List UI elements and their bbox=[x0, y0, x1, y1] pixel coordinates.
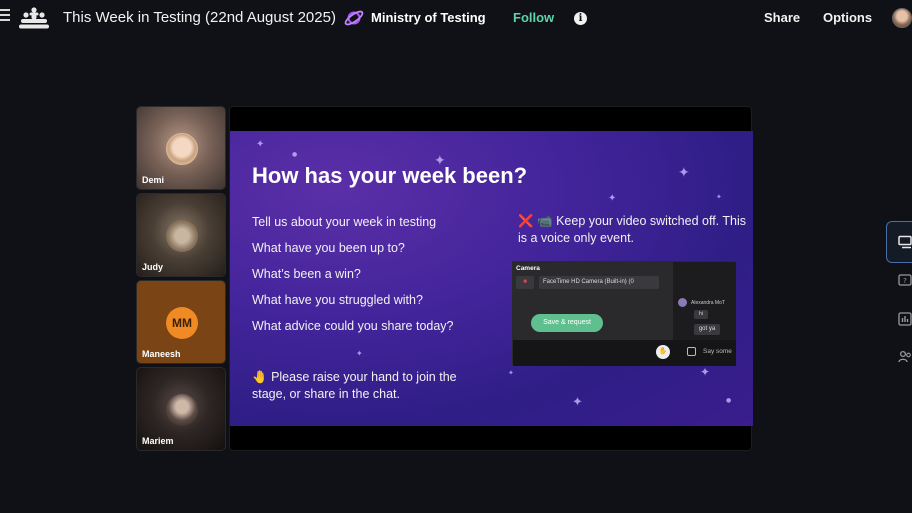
chat-placeholder: Say some bbox=[703, 348, 732, 355]
participant-tile[interactable]: Mariem bbox=[136, 367, 226, 451]
sparkle-icon: ✦ bbox=[256, 139, 265, 150]
slide-question: What have you struggled with? bbox=[252, 293, 423, 307]
share-button[interactable]: Share bbox=[764, 10, 800, 25]
participant-name: Judy bbox=[142, 262, 164, 272]
sparkle-icon: ✦ bbox=[572, 395, 583, 410]
chat-input-bar: ✋ Say some bbox=[513, 340, 736, 366]
voice-note-text: Keep your video switched off. This is a … bbox=[518, 214, 747, 245]
sparkle-icon: ✦ bbox=[716, 193, 722, 201]
options-button[interactable]: Options bbox=[823, 10, 872, 25]
chat-box-icon bbox=[687, 347, 696, 356]
chat-message: got ya bbox=[694, 324, 720, 335]
raise-hand-note: 🤚 Please raise your hand to join the sta… bbox=[252, 369, 482, 403]
raise-hand-text: Please raise your hand to join the stage… bbox=[252, 370, 457, 401]
sparkle-icon: ✦ bbox=[356, 349, 363, 358]
voice-only-note: ❌ 📹 Keep your video switched off. This i… bbox=[518, 213, 748, 247]
avatar bbox=[678, 298, 687, 307]
slide-question: What’s been a win? bbox=[252, 267, 361, 281]
participant-tile[interactable]: Judy bbox=[136, 193, 226, 277]
participant-tile[interactable]: Demi bbox=[136, 106, 226, 190]
raised-hand-emoji: 🤚 bbox=[252, 370, 268, 384]
people-icon[interactable] bbox=[898, 350, 912, 364]
avatar bbox=[166, 394, 198, 426]
poll-icon[interactable] bbox=[898, 312, 912, 326]
sparkle-icon: ✦ bbox=[608, 193, 617, 204]
participant-tile[interactable]: MM Maneesh bbox=[136, 280, 226, 364]
shared-screen: ✦ ● ✦ ✦ ✦ ✦ ✦ ✦ ✦ ✦ ● How has your week … bbox=[229, 106, 753, 451]
follow-button[interactable]: Follow bbox=[513, 10, 554, 25]
initials-avatar: MM bbox=[166, 307, 198, 339]
sparkle-icon: ✦ bbox=[678, 165, 690, 181]
question-icon[interactable]: ? bbox=[898, 274, 912, 288]
event-title: This Week in Testing (22nd August 2025) bbox=[63, 9, 336, 26]
camera-settings-panel: Camera ■ FaceTime HD Camera (Built-in) (… bbox=[513, 262, 673, 340]
slide-question: What have you been up to? bbox=[252, 241, 405, 255]
menu-icon[interactable] bbox=[0, 9, 10, 23]
camera-off-icon: ■ bbox=[516, 276, 534, 289]
chat-preview: Alexandra MoT hi got ya bbox=[673, 262, 736, 340]
svg-text:?: ? bbox=[903, 277, 907, 285]
avatar bbox=[166, 133, 198, 165]
sparkle-icon: ✦ bbox=[700, 365, 711, 379]
user-avatar[interactable] bbox=[892, 8, 912, 28]
info-icon[interactable]: i bbox=[574, 12, 587, 25]
presentation-slide: ✦ ● ✦ ✦ ✦ ✦ ✦ ✦ ✦ ✦ ● How has your week … bbox=[230, 131, 753, 426]
chat-message: hi bbox=[694, 310, 708, 319]
video-off-emoji: ❌ 📹 bbox=[518, 214, 553, 228]
participant-name: Demi bbox=[142, 175, 165, 185]
avatar bbox=[166, 220, 198, 252]
camera-label: Camera bbox=[516, 265, 540, 272]
top-bar: This Week in Testing (22nd August 2025) … bbox=[0, 0, 912, 36]
participant-name: Mariem bbox=[142, 436, 174, 446]
camera-select: FaceTime HD Camera (Built-in) (0 bbox=[539, 276, 659, 289]
slide-question: What advice could you share today? bbox=[252, 319, 454, 333]
chat-user-name: Alexandra MoT bbox=[691, 300, 725, 306]
organization-name[interactable]: Ministry of Testing bbox=[371, 10, 486, 25]
raise-hand-icon: ✋ bbox=[656, 345, 670, 359]
planet-logo-icon bbox=[344, 10, 364, 26]
slide-title: How has your week been? bbox=[252, 163, 528, 188]
sparkle-icon: ✦ bbox=[508, 369, 514, 377]
sparkle-icon: ● bbox=[292, 151, 298, 158]
participant-name: Maneesh bbox=[142, 349, 181, 359]
slide-question: Tell us about your week in testing bbox=[252, 215, 437, 229]
audience-icon bbox=[19, 7, 49, 29]
settings-screenshot-image: Camera ■ FaceTime HD Camera (Built-in) (… bbox=[512, 261, 736, 366]
sparkle-icon: ● bbox=[726, 397, 732, 404]
save-request-button: Save & request bbox=[531, 314, 603, 332]
chat-icon[interactable] bbox=[898, 235, 912, 249]
